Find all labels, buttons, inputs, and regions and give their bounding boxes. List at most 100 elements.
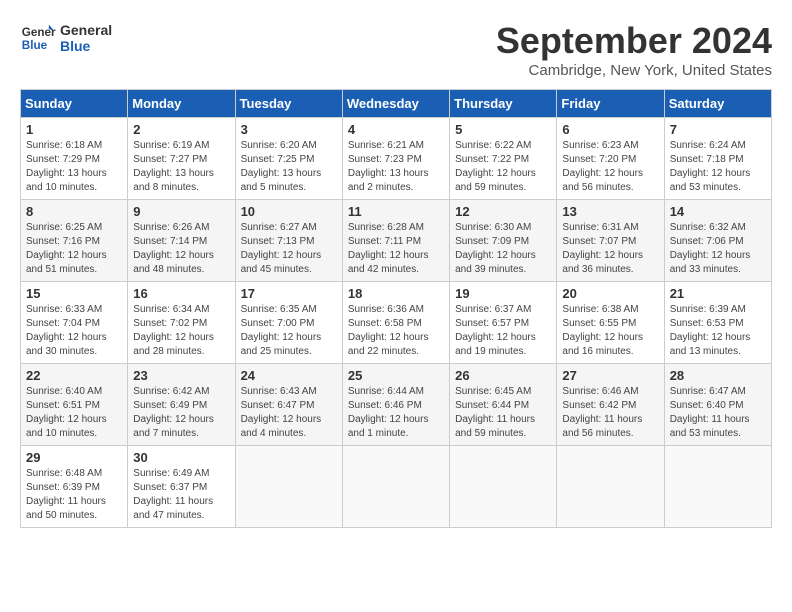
day-info: Sunrise: 6:25 AM Sunset: 7:16 PM Dayligh… [26, 221, 122, 277]
calendar-cell: 7 Sunrise: 6:24 AM Sunset: 7:18 PM Dayli… [664, 118, 771, 200]
calendar-header-thursday: Thursday [450, 90, 557, 118]
calendar-cell: 9 Sunrise: 6:26 AM Sunset: 7:14 PM Dayli… [128, 200, 235, 282]
month-title: September 2024 [496, 20, 772, 62]
day-info: Sunrise: 6:42 AM Sunset: 6:49 PM Dayligh… [133, 385, 229, 441]
calendar-cell: 19 Sunrise: 6:37 AM Sunset: 6:57 PM Dayl… [450, 282, 557, 364]
day-info: Sunrise: 6:30 AM Sunset: 7:09 PM Dayligh… [455, 221, 551, 277]
calendar-cell: 25 Sunrise: 6:44 AM Sunset: 6:46 PM Dayl… [342, 364, 449, 446]
title-area: September 2024 Cambridge, New York, Unit… [496, 20, 772, 79]
calendar-header-friday: Friday [557, 90, 664, 118]
day-info: Sunrise: 6:34 AM Sunset: 7:02 PM Dayligh… [133, 303, 229, 359]
day-info: Sunrise: 6:38 AM Sunset: 6:55 PM Dayligh… [562, 303, 658, 359]
calendar-cell: 14 Sunrise: 6:32 AM Sunset: 7:06 PM Dayl… [664, 200, 771, 282]
day-number: 13 [562, 204, 658, 219]
day-info: Sunrise: 6:23 AM Sunset: 7:20 PM Dayligh… [562, 139, 658, 195]
day-info: Sunrise: 6:22 AM Sunset: 7:22 PM Dayligh… [455, 139, 551, 195]
day-number: 26 [455, 368, 551, 383]
calendar-cell: 26 Sunrise: 6:45 AM Sunset: 6:44 PM Dayl… [450, 364, 557, 446]
calendar: SundayMondayTuesdayWednesdayThursdayFrid… [20, 89, 772, 528]
calendar-cell [235, 446, 342, 528]
day-info: Sunrise: 6:35 AM Sunset: 7:00 PM Dayligh… [241, 303, 337, 359]
calendar-cell: 21 Sunrise: 6:39 AM Sunset: 6:53 PM Dayl… [664, 282, 771, 364]
calendar-cell: 4 Sunrise: 6:21 AM Sunset: 7:23 PM Dayli… [342, 118, 449, 200]
calendar-header-sunday: Sunday [21, 90, 128, 118]
day-info: Sunrise: 6:26 AM Sunset: 7:14 PM Dayligh… [133, 221, 229, 277]
day-number: 29 [26, 450, 122, 465]
calendar-cell: 27 Sunrise: 6:46 AM Sunset: 6:42 PM Dayl… [557, 364, 664, 446]
day-info: Sunrise: 6:28 AM Sunset: 7:11 PM Dayligh… [348, 221, 444, 277]
day-number: 24 [241, 368, 337, 383]
day-number: 14 [670, 204, 766, 219]
calendar-cell: 29 Sunrise: 6:48 AM Sunset: 6:39 PM Dayl… [21, 446, 128, 528]
day-info: Sunrise: 6:24 AM Sunset: 7:18 PM Dayligh… [670, 139, 766, 195]
day-info: Sunrise: 6:49 AM Sunset: 6:37 PM Dayligh… [133, 467, 229, 523]
day-info: Sunrise: 6:33 AM Sunset: 7:04 PM Dayligh… [26, 303, 122, 359]
logo-blue-text: Blue [60, 38, 112, 54]
day-number: 25 [348, 368, 444, 383]
day-info: Sunrise: 6:46 AM Sunset: 6:42 PM Dayligh… [562, 385, 658, 441]
calendar-cell: 15 Sunrise: 6:33 AM Sunset: 7:04 PM Dayl… [21, 282, 128, 364]
calendar-header-row: SundayMondayTuesdayWednesdayThursdayFrid… [21, 90, 772, 118]
calendar-header-tuesday: Tuesday [235, 90, 342, 118]
day-info: Sunrise: 6:44 AM Sunset: 6:46 PM Dayligh… [348, 385, 444, 441]
day-info: Sunrise: 6:32 AM Sunset: 7:06 PM Dayligh… [670, 221, 766, 277]
logo-general-text: General [60, 22, 112, 38]
day-number: 12 [455, 204, 551, 219]
day-number: 9 [133, 204, 229, 219]
logo: General Blue General Blue [20, 20, 112, 56]
calendar-cell: 6 Sunrise: 6:23 AM Sunset: 7:20 PM Dayli… [557, 118, 664, 200]
calendar-cell: 11 Sunrise: 6:28 AM Sunset: 7:11 PM Dayl… [342, 200, 449, 282]
calendar-cell: 16 Sunrise: 6:34 AM Sunset: 7:02 PM Dayl… [128, 282, 235, 364]
day-info: Sunrise: 6:37 AM Sunset: 6:57 PM Dayligh… [455, 303, 551, 359]
calendar-week-row: 22 Sunrise: 6:40 AM Sunset: 6:51 PM Dayl… [21, 364, 772, 446]
calendar-cell: 13 Sunrise: 6:31 AM Sunset: 7:07 PM Dayl… [557, 200, 664, 282]
calendar-cell: 30 Sunrise: 6:49 AM Sunset: 6:37 PM Dayl… [128, 446, 235, 528]
day-number: 6 [562, 122, 658, 137]
calendar-cell: 10 Sunrise: 6:27 AM Sunset: 7:13 PM Dayl… [235, 200, 342, 282]
day-number: 20 [562, 286, 658, 301]
calendar-cell [450, 446, 557, 528]
day-number: 5 [455, 122, 551, 137]
calendar-cell: 17 Sunrise: 6:35 AM Sunset: 7:00 PM Dayl… [235, 282, 342, 364]
day-info: Sunrise: 6:19 AM Sunset: 7:27 PM Dayligh… [133, 139, 229, 195]
day-number: 8 [26, 204, 122, 219]
calendar-cell: 8 Sunrise: 6:25 AM Sunset: 7:16 PM Dayli… [21, 200, 128, 282]
day-number: 21 [670, 286, 766, 301]
day-number: 4 [348, 122, 444, 137]
calendar-cell: 5 Sunrise: 6:22 AM Sunset: 7:22 PM Dayli… [450, 118, 557, 200]
calendar-cell: 23 Sunrise: 6:42 AM Sunset: 6:49 PM Dayl… [128, 364, 235, 446]
day-number: 27 [562, 368, 658, 383]
day-number: 17 [241, 286, 337, 301]
day-info: Sunrise: 6:47 AM Sunset: 6:40 PM Dayligh… [670, 385, 766, 441]
day-number: 10 [241, 204, 337, 219]
location: Cambridge, New York, United States [496, 62, 772, 79]
calendar-cell: 3 Sunrise: 6:20 AM Sunset: 7:25 PM Dayli… [235, 118, 342, 200]
day-number: 3 [241, 122, 337, 137]
calendar-cell: 22 Sunrise: 6:40 AM Sunset: 6:51 PM Dayl… [21, 364, 128, 446]
calendar-week-row: 15 Sunrise: 6:33 AM Sunset: 7:04 PM Dayl… [21, 282, 772, 364]
calendar-cell [342, 446, 449, 528]
day-info: Sunrise: 6:43 AM Sunset: 6:47 PM Dayligh… [241, 385, 337, 441]
day-info: Sunrise: 6:48 AM Sunset: 6:39 PM Dayligh… [26, 467, 122, 523]
calendar-cell: 2 Sunrise: 6:19 AM Sunset: 7:27 PM Dayli… [128, 118, 235, 200]
calendar-cell: 1 Sunrise: 6:18 AM Sunset: 7:29 PM Dayli… [21, 118, 128, 200]
calendar-week-row: 1 Sunrise: 6:18 AM Sunset: 7:29 PM Dayli… [21, 118, 772, 200]
calendar-header-monday: Monday [128, 90, 235, 118]
day-info: Sunrise: 6:40 AM Sunset: 6:51 PM Dayligh… [26, 385, 122, 441]
day-info: Sunrise: 6:27 AM Sunset: 7:13 PM Dayligh… [241, 221, 337, 277]
calendar-cell [557, 446, 664, 528]
day-number: 23 [133, 368, 229, 383]
day-number: 22 [26, 368, 122, 383]
day-number: 16 [133, 286, 229, 301]
calendar-header-wednesday: Wednesday [342, 90, 449, 118]
header: General Blue General Blue September 2024… [20, 20, 772, 79]
calendar-header-saturday: Saturday [664, 90, 771, 118]
day-number: 15 [26, 286, 122, 301]
day-info: Sunrise: 6:36 AM Sunset: 6:58 PM Dayligh… [348, 303, 444, 359]
calendar-week-row: 8 Sunrise: 6:25 AM Sunset: 7:16 PM Dayli… [21, 200, 772, 282]
day-info: Sunrise: 6:18 AM Sunset: 7:29 PM Dayligh… [26, 139, 122, 195]
day-info: Sunrise: 6:20 AM Sunset: 7:25 PM Dayligh… [241, 139, 337, 195]
day-number: 19 [455, 286, 551, 301]
day-number: 7 [670, 122, 766, 137]
calendar-cell: 28 Sunrise: 6:47 AM Sunset: 6:40 PM Dayl… [664, 364, 771, 446]
